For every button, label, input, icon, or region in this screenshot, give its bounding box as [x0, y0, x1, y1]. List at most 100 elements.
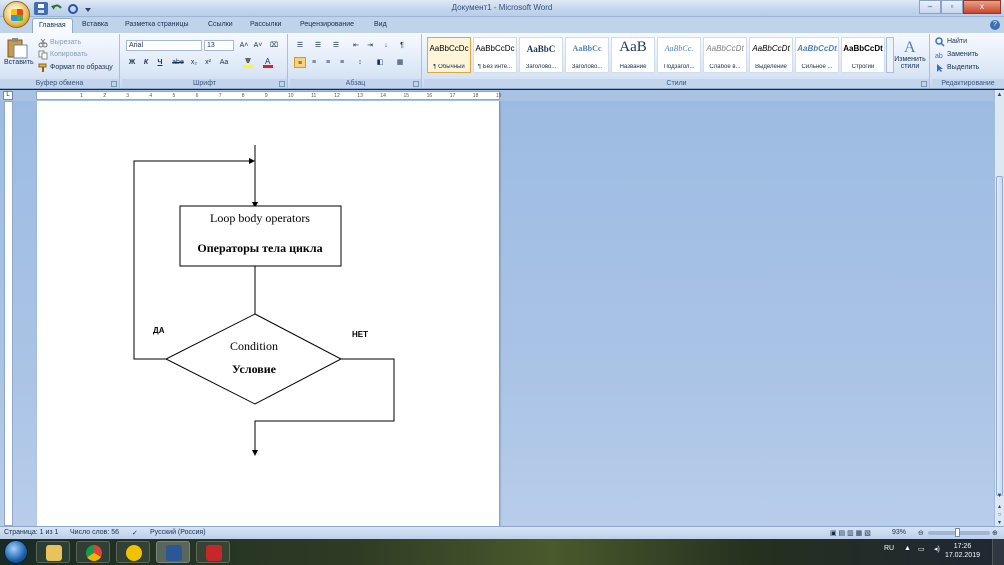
copy-icon[interactable]: [38, 50, 48, 60]
paste-button[interactable]: Вставить: [4, 59, 34, 66]
page-count[interactable]: Страница: 1 из 1: [4, 529, 58, 536]
close-button[interactable]: x: [963, 0, 1001, 14]
scroll-thumb[interactable]: [996, 176, 1003, 496]
styles-launcher-icon[interactable]: [921, 81, 927, 87]
bold-button[interactable]: Ж: [126, 57, 138, 68]
font-name-combo[interactable]: Arial: [126, 40, 202, 51]
taskbar-explorer[interactable]: [36, 541, 70, 563]
align-right-icon[interactable]: ≡: [322, 57, 334, 68]
font-color-icon[interactable]: A: [262, 57, 274, 68]
font-size-combo[interactable]: 13: [204, 40, 234, 51]
italic-button[interactable]: К: [140, 57, 152, 68]
numbering-icon[interactable]: ☰: [312, 40, 324, 51]
scroll-down-icon[interactable]: ▼: [996, 492, 1003, 500]
volume-icon[interactable]: ◂): [934, 545, 940, 553]
grow-font-button[interactable]: A˄: [238, 40, 250, 51]
tab-home[interactable]: Главная: [32, 18, 73, 33]
change-styles-button[interactable]: Изменить стили: [890, 56, 930, 70]
clear-format-icon[interactable]: ⌧: [268, 40, 280, 51]
cut-button[interactable]: Вырезать: [50, 39, 81, 46]
tab-review[interactable]: Рецензирование: [294, 18, 360, 33]
shading-icon[interactable]: ◧: [374, 57, 386, 68]
style-tile-subtle-emphasis[interactable]: AaBbCcDt Слабое в...: [703, 37, 747, 73]
style-tile-emphasis[interactable]: AaBbCcDt Выделение: [749, 37, 793, 73]
taskbar-chrome[interactable]: [76, 541, 110, 563]
shrink-font-button[interactable]: A˅: [252, 40, 264, 51]
tab-view[interactable]: Вид: [368, 18, 393, 33]
prev-page-icon[interactable]: ▴: [996, 503, 1003, 511]
tab-insert[interactable]: Вставка: [76, 18, 114, 33]
highlight-icon[interactable]: [242, 57, 254, 68]
increase-indent-icon[interactable]: ⇥: [364, 40, 376, 51]
tab-mailings[interactable]: Рассылки: [244, 18, 287, 33]
sort-icon[interactable]: ↓: [380, 40, 392, 51]
language-indicator[interactable]: Русский (Россия): [150, 529, 206, 536]
office-button[interactable]: [3, 1, 30, 28]
font-launcher-icon[interactable]: [279, 81, 285, 87]
zoom-out-icon[interactable]: ⊖: [918, 529, 924, 537]
help-icon[interactable]: ?: [990, 20, 1000, 30]
view-buttons[interactable]: ▣ ▤ ▥ ▦ ▧: [830, 529, 871, 537]
style-tile-title[interactable]: AaB Название: [611, 37, 655, 73]
justify-icon[interactable]: ≡: [336, 57, 348, 68]
change-styles-icon[interactable]: A: [898, 37, 926, 56]
bullets-icon[interactable]: ☰: [294, 40, 306, 51]
start-button[interactable]: [4, 540, 28, 564]
borders-icon[interactable]: ▦: [394, 57, 406, 68]
vertical-scrollbar[interactable]: ▲ ▼ ▴ ○ ▾: [994, 90, 1004, 526]
taskbar-app-yellow[interactable]: [116, 541, 150, 563]
format-painter-button[interactable]: Формат по образцу: [50, 64, 113, 71]
restore-button[interactable]: ▫: [941, 0, 963, 14]
subscript-button[interactable]: x₂: [188, 57, 200, 68]
word-count[interactable]: Число слов: 56: [70, 529, 119, 536]
taskbar-pdf[interactable]: [196, 541, 230, 563]
tab-references[interactable]: Ссылки: [202, 18, 239, 33]
clock[interactable]: 17:26 17.02.2019: [945, 542, 980, 560]
copy-button[interactable]: Копировать: [50, 51, 88, 58]
strikethrough-button[interactable]: abe: [170, 57, 186, 68]
paste-icon[interactable]: [5, 37, 29, 59]
align-center-icon[interactable]: ≡: [308, 57, 320, 68]
style-tile-no-spacing[interactable]: AaBbCcDc ¶ Без инте...: [473, 37, 517, 73]
tab-page-layout[interactable]: Разметка страницы: [119, 18, 195, 33]
show-desktop-button[interactable]: [992, 539, 1004, 565]
replace-icon[interactable]: ab: [935, 50, 945, 60]
zoom-slider-thumb[interactable]: [955, 528, 961, 537]
clipboard-launcher-icon[interactable]: [111, 81, 117, 87]
select-button[interactable]: Выделить: [947, 64, 979, 71]
style-tile-intense-emphasis[interactable]: AaBbCcDt Сильное ...: [795, 37, 839, 73]
replace-button[interactable]: Заменить: [947, 51, 978, 58]
zoom-level[interactable]: 93%: [892, 529, 906, 536]
tray-expand-icon[interactable]: ▲: [904, 545, 911, 552]
style-tile-normal[interactable]: AaBbCcDc ¶ Обычный: [427, 37, 471, 73]
line-spacing-icon[interactable]: ↕: [354, 57, 366, 68]
horizontal-ruler[interactable]: 1 2 3 4 5 6 7 8 9 10 11 12 13 14 15 16 17 18 19: [36, 91, 501, 100]
style-tile-strong[interactable]: AaBbCcDt Строгий: [841, 37, 885, 73]
show-marks-icon[interactable]: ¶: [396, 40, 408, 51]
next-page-icon[interactable]: ▾: [996, 519, 1003, 526]
underline-button[interactable]: Ч: [154, 57, 166, 68]
change-case-button[interactable]: Aa: [218, 57, 230, 68]
find-button[interactable]: Найти: [947, 38, 967, 45]
select-icon[interactable]: [935, 63, 945, 73]
style-tile-heading1[interactable]: AaBbC Заголово...: [519, 37, 563, 73]
style-tile-heading2[interactable]: AaBbCc Заголово...: [565, 37, 609, 73]
decrease-indent-icon[interactable]: ⇤: [350, 40, 362, 51]
superscript-button[interactable]: x²: [202, 57, 214, 68]
cut-icon[interactable]: [38, 38, 48, 48]
taskbar-word[interactable]: [156, 541, 190, 563]
select-browse-object-icon[interactable]: ○: [996, 511, 1003, 519]
find-icon[interactable]: [935, 37, 945, 47]
tab-selector-icon[interactable]: L: [3, 91, 13, 100]
network-icon[interactable]: ▭: [918, 545, 925, 553]
align-left-icon[interactable]: ≡: [294, 57, 306, 68]
style-tile-subtitle[interactable]: AaBbCc. Подзагол...: [657, 37, 701, 73]
vertical-ruler[interactable]: [4, 101, 13, 526]
zoom-slider[interactable]: [928, 528, 990, 537]
format-painter-icon[interactable]: [38, 63, 48, 73]
multilevel-list-icon[interactable]: ☰: [330, 40, 342, 51]
zoom-in-icon[interactable]: ⊕: [992, 529, 998, 537]
scroll-up-icon[interactable]: ▲: [996, 91, 1003, 99]
proofing-icon[interactable]: ✓: [132, 529, 138, 537]
paragraph-launcher-icon[interactable]: [413, 81, 419, 87]
